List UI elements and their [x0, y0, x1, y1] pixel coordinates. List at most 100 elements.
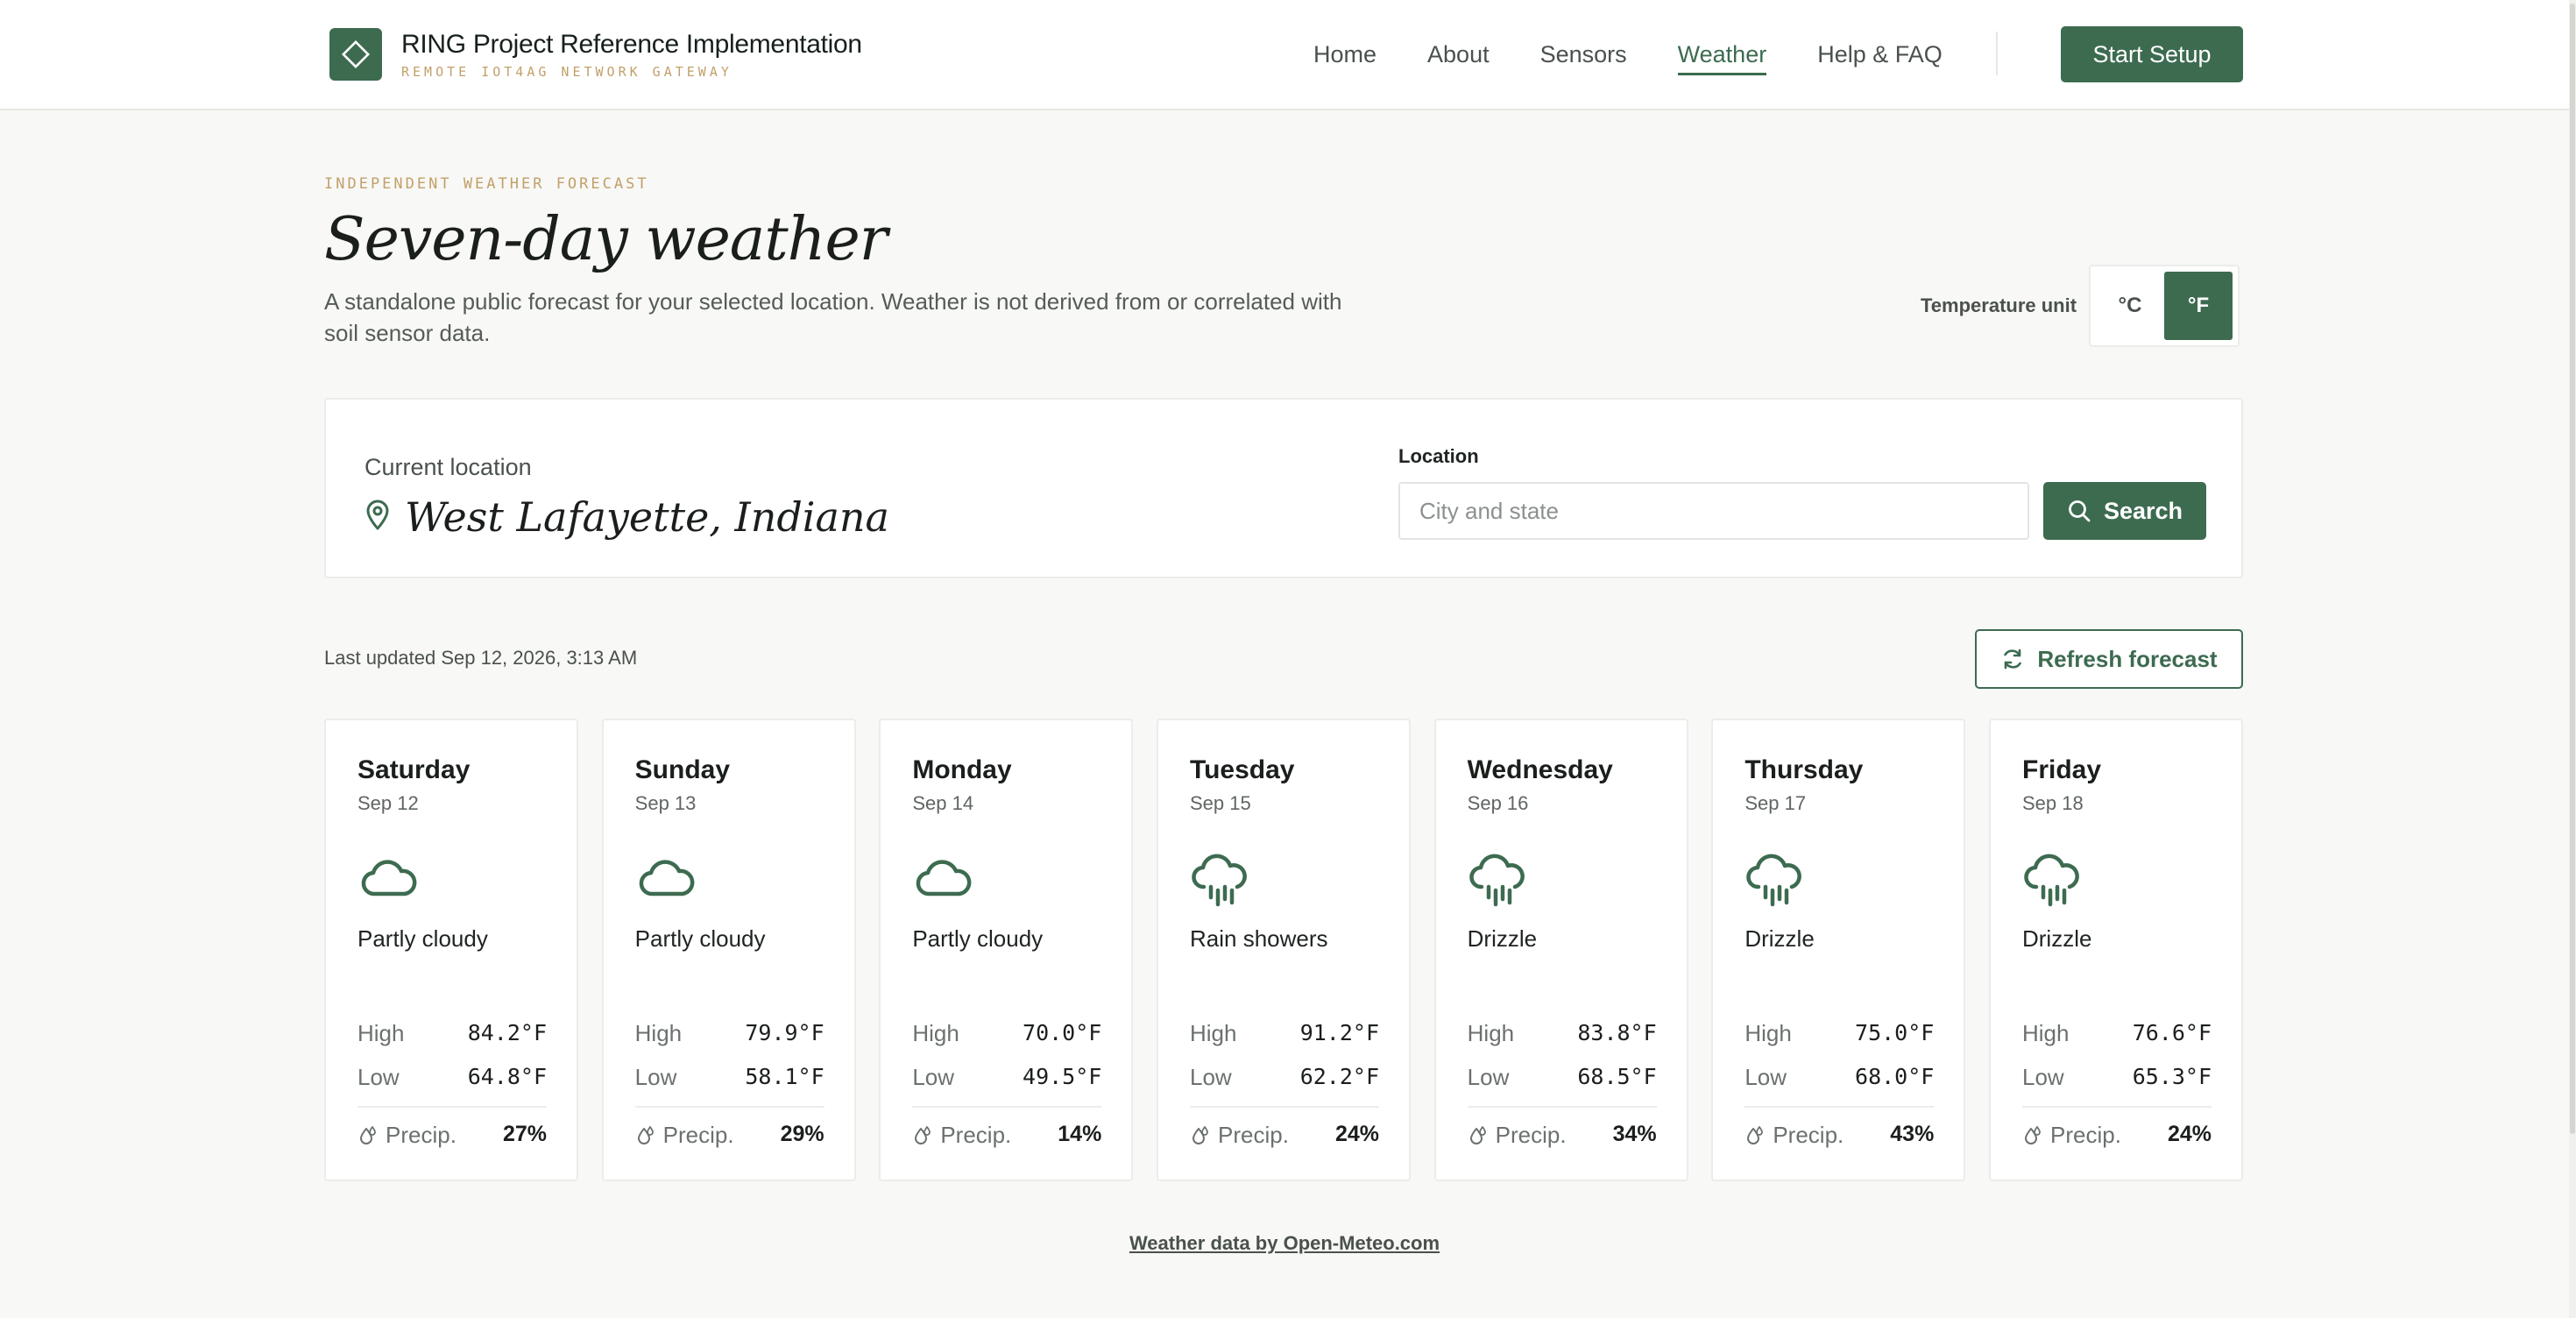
unit-fahrenheit-button[interactable]: °F — [2164, 272, 2233, 340]
low-label: Low — [357, 1064, 400, 1090]
low-temperature: 68.5°F — [1577, 1064, 1657, 1089]
brand-subtitle: REMOTE IOT4AG NETWORK GATEWAY — [401, 64, 732, 80]
location-card: Current location West Lafayette, Indiana… — [324, 398, 2243, 578]
forecast-day-card-monday: Monday Sep 14 Partly cloudy High 70.0°F … — [879, 719, 1134, 1181]
precipitation-row: Precip. — [357, 1122, 456, 1149]
precip-label: Precip. — [2050, 1122, 2121, 1148]
cloud-icon — [635, 852, 698, 909]
unit-celsius-button[interactable]: °C — [2096, 272, 2164, 340]
nav-about[interactable]: About — [1427, 39, 1490, 70]
day-condition: Partly cloudy — [634, 925, 766, 952]
page-eyebrow: INDEPENDENT WEATHER FORECAST — [324, 175, 649, 193]
nav-home[interactable]: Home — [1313, 39, 1376, 70]
start-setup-button[interactable]: Start Setup — [2061, 26, 2243, 82]
droplet-icon — [2025, 1125, 2041, 1144]
day-condition: Partly cloudy — [912, 925, 1044, 952]
nav-divider — [1996, 32, 1998, 75]
day-date: Sep 18 — [2022, 792, 2084, 814]
precipitation-chance: 14% — [1058, 1122, 1102, 1146]
precipitation-row: Precip. — [1190, 1122, 1289, 1149]
top-navigation-bar: RING Project Reference Implementation RE… — [0, 0, 2576, 110]
divider — [1190, 1106, 1379, 1108]
forecast-day-card-tuesday: Tuesday Sep 15 Rain showers High 91.2°F … — [1157, 719, 1411, 1181]
precip-label: Precip. — [940, 1122, 1012, 1148]
day-date: Sep 15 — [1190, 792, 1251, 814]
precip-label: Precip. — [1773, 1122, 1844, 1148]
divider — [1744, 1106, 1935, 1108]
nav-sensors[interactable]: Sensors — [1540, 39, 1627, 70]
search-button[interactable]: Search — [2043, 482, 2206, 540]
nav-help-faq[interactable]: Help & FAQ — [1817, 39, 1943, 70]
day-name: Friday — [2022, 755, 2102, 784]
precip-label: Precip. — [386, 1122, 456, 1148]
day-date: Sep 17 — [1744, 792, 1807, 814]
temperature-unit-label: Temperature unit — [1921, 294, 2077, 316]
brand-title: RING Project Reference Implementation — [401, 30, 862, 59]
day-condition: Drizzle — [1744, 925, 1815, 952]
page-description: A standalone public forecast for your se… — [324, 288, 1342, 346]
search-icon — [2069, 500, 2091, 522]
day-date: Sep 12 — [357, 792, 419, 814]
diamond-logo-icon — [329, 28, 382, 81]
current-location-name: West Lafayette, Indiana — [405, 493, 889, 541]
day-condition: Drizzle — [2022, 925, 2092, 952]
low-label: Low — [1190, 1064, 1232, 1090]
temperature-unit-toggle: °C °F — [2089, 265, 2240, 347]
day-date: Sep 16 — [1467, 792, 1529, 814]
forecast-day-card-saturday: Saturday Sep 12 Partly cloudy High 84.2°… — [324, 719, 578, 1181]
precipitation-row: Precip. — [1744, 1122, 1844, 1149]
day-name: Thursday — [1744, 755, 1864, 784]
rain-cloud-icon — [1190, 852, 1253, 919]
low-temperature: 68.0°F — [1855, 1064, 1935, 1089]
day-date: Sep 13 — [634, 792, 697, 814]
scrollbar-thumb[interactable] — [2570, 4, 2575, 1134]
high-temperature: 91.2°F — [1299, 1020, 1379, 1045]
divider — [634, 1106, 824, 1108]
day-date: Sep 14 — [912, 792, 974, 814]
precipitation-row: Precip. — [2022, 1122, 2121, 1149]
divider — [912, 1106, 1102, 1108]
high-label: High — [1190, 1020, 1237, 1046]
precipitation-chance: 24% — [2167, 1122, 2212, 1146]
high-label: High — [2022, 1020, 2070, 1046]
location-search-input[interactable] — [1398, 482, 2029, 540]
divider — [357, 1106, 547, 1108]
rain-cloud-icon — [1744, 852, 1808, 919]
low-label: Low — [2022, 1064, 2064, 1090]
precip-label: Precip. — [662, 1122, 734, 1148]
high-label: High — [1467, 1020, 1515, 1046]
low-temperature: 49.5°F — [1023, 1064, 1102, 1089]
high-label: High — [1744, 1020, 1792, 1046]
low-temperature: 65.3°F — [2132, 1064, 2212, 1089]
divider — [1467, 1106, 1657, 1108]
day-name: Saturday — [357, 755, 471, 784]
day-name: Sunday — [634, 755, 731, 784]
low-label: Low — [634, 1064, 677, 1090]
refresh-icon — [2004, 648, 2022, 670]
day-condition: Drizzle — [1467, 925, 1538, 952]
precipitation-chance: 27% — [502, 1122, 547, 1146]
precipitation-row: Precip. — [635, 1122, 734, 1149]
high-temperature: 84.2°F — [467, 1020, 547, 1045]
precip-label: Precip. — [1218, 1122, 1289, 1148]
cloud-icon — [357, 852, 421, 909]
brand[interactable]: RING Project Reference Implementation RE… — [329, 28, 862, 81]
current-location: West Lafayette, Indiana — [364, 491, 889, 543]
precipitation-chance: 24% — [1334, 1122, 1379, 1146]
search-button-label: Search — [2103, 497, 2183, 524]
main-nav: Home About Sensors Weather Help & FAQ — [1313, 39, 1993, 75]
refresh-forecast-button[interactable]: Refresh forecast — [1975, 629, 2243, 689]
day-condition: Rain showers — [1190, 925, 1328, 952]
page-scrollbar[interactable] — [2569, 0, 2576, 1318]
forecast-day-card-thursday: Thursday Sep 17 Drizzle High 75.0°F Low … — [1711, 719, 1966, 1181]
nav-weather[interactable]: Weather — [1677, 39, 1766, 75]
day-name: Wednesday — [1467, 755, 1613, 784]
brand-text: RING Project Reference Implementation RE… — [401, 29, 862, 80]
high-temperature: 79.9°F — [745, 1020, 824, 1045]
low-label: Low — [1467, 1064, 1510, 1090]
weather-data-credit-link[interactable]: Weather data by Open-Meteo.com — [0, 1232, 2569, 1255]
rain-cloud-icon — [1468, 852, 1531, 919]
last-updated-text: Last updated Sep 12, 2026, 3:13 AM — [324, 647, 638, 669]
low-temperature: 64.8°F — [467, 1064, 547, 1089]
high-label: High — [357, 1020, 405, 1046]
